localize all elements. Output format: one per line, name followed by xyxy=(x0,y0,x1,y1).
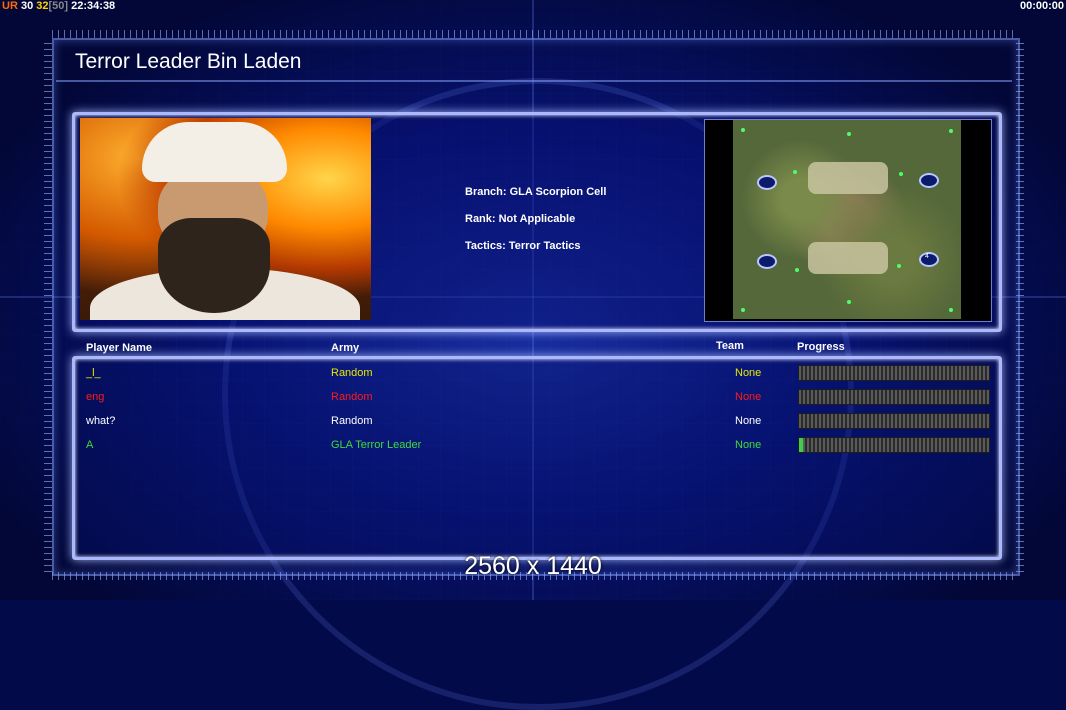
branch-label: Branch: GLA Scorpion Cell xyxy=(465,186,607,198)
player-team: None xyxy=(735,367,762,379)
player-progress-fill xyxy=(799,438,803,452)
player-name: A xyxy=(86,439,94,451)
player-army: Random xyxy=(331,391,373,403)
frame-ruler-top xyxy=(52,30,1016,38)
resolution-label: 2560 x 1440 xyxy=(464,552,602,580)
hud-power: 32 xyxy=(36,0,49,12)
column-header-player-name: Player Name xyxy=(86,342,153,354)
minimap: 4 xyxy=(733,120,961,319)
player-row: eng Random None xyxy=(0,387,1066,407)
hud-clock: 22:34:38 xyxy=(71,0,116,12)
hud-current: 30 xyxy=(20,0,34,12)
minimap-unit-dot xyxy=(847,132,851,136)
player-progress-bar xyxy=(798,437,990,453)
minimap-start-number: 4 xyxy=(925,253,929,260)
rank-label: Rank: Not Applicable xyxy=(465,213,576,225)
player-name: what? xyxy=(86,415,116,427)
column-header-progress: Progress xyxy=(797,341,845,353)
portrait-beard xyxy=(158,218,270,313)
player-army: Random xyxy=(331,367,373,379)
player-army: Random xyxy=(331,415,373,427)
column-header-team: Team xyxy=(716,340,744,352)
minimap-unit-dot xyxy=(741,308,745,312)
player-team: None xyxy=(735,439,762,451)
player-army: GLA Terror Leader xyxy=(331,439,422,451)
player-progress-bar xyxy=(798,413,990,429)
minimap-plateau-top xyxy=(808,162,888,194)
player-name: eng xyxy=(86,391,105,403)
minimap-unit-dot xyxy=(847,300,851,304)
minimap-unit-dot xyxy=(899,172,903,176)
player-team: None xyxy=(735,391,762,403)
player-name: _l_ xyxy=(86,367,101,379)
minimap-unit-dot xyxy=(793,170,797,174)
column-header-army: Army xyxy=(331,342,360,354)
hud-prefix: UR xyxy=(2,0,18,12)
minimap-start-position xyxy=(757,254,777,269)
frame-ruler-left xyxy=(44,38,52,572)
minimap-start-position xyxy=(757,175,777,190)
minimap-start-position-4: 4 xyxy=(919,252,939,267)
tactics-label: Tactics: Terror Tactics xyxy=(465,240,581,252)
minimap-unit-dot xyxy=(795,268,799,272)
player-row: A GLA Terror Leader None xyxy=(0,435,1066,455)
player-row: what? Random None xyxy=(0,411,1066,431)
minimap-unit-dot xyxy=(949,129,953,133)
hud-timer: 00:00:00 xyxy=(1019,0,1064,12)
player-progress-bar xyxy=(798,365,990,381)
minimap-unit-dot xyxy=(949,308,953,312)
general-details: Branch: GLA Scorpion Cell Rank: Not Appl… xyxy=(465,186,606,267)
player-team: None xyxy=(735,415,762,427)
minimap-start-position xyxy=(919,173,939,188)
page-title: Terror Leader Bin Laden xyxy=(75,50,302,73)
minimap-plateau-bottom xyxy=(808,242,888,274)
player-row: _l_ Random None xyxy=(0,363,1066,383)
hud-status: UR 30 32[50] 22:34:38 xyxy=(2,0,115,12)
general-portrait xyxy=(80,118,371,320)
player-progress-bar xyxy=(798,389,990,405)
minimap-unit-dot xyxy=(897,264,901,268)
portrait-turban xyxy=(142,122,287,182)
hud-cap: [50] xyxy=(48,0,69,12)
minimap-unit-dot xyxy=(741,128,745,132)
